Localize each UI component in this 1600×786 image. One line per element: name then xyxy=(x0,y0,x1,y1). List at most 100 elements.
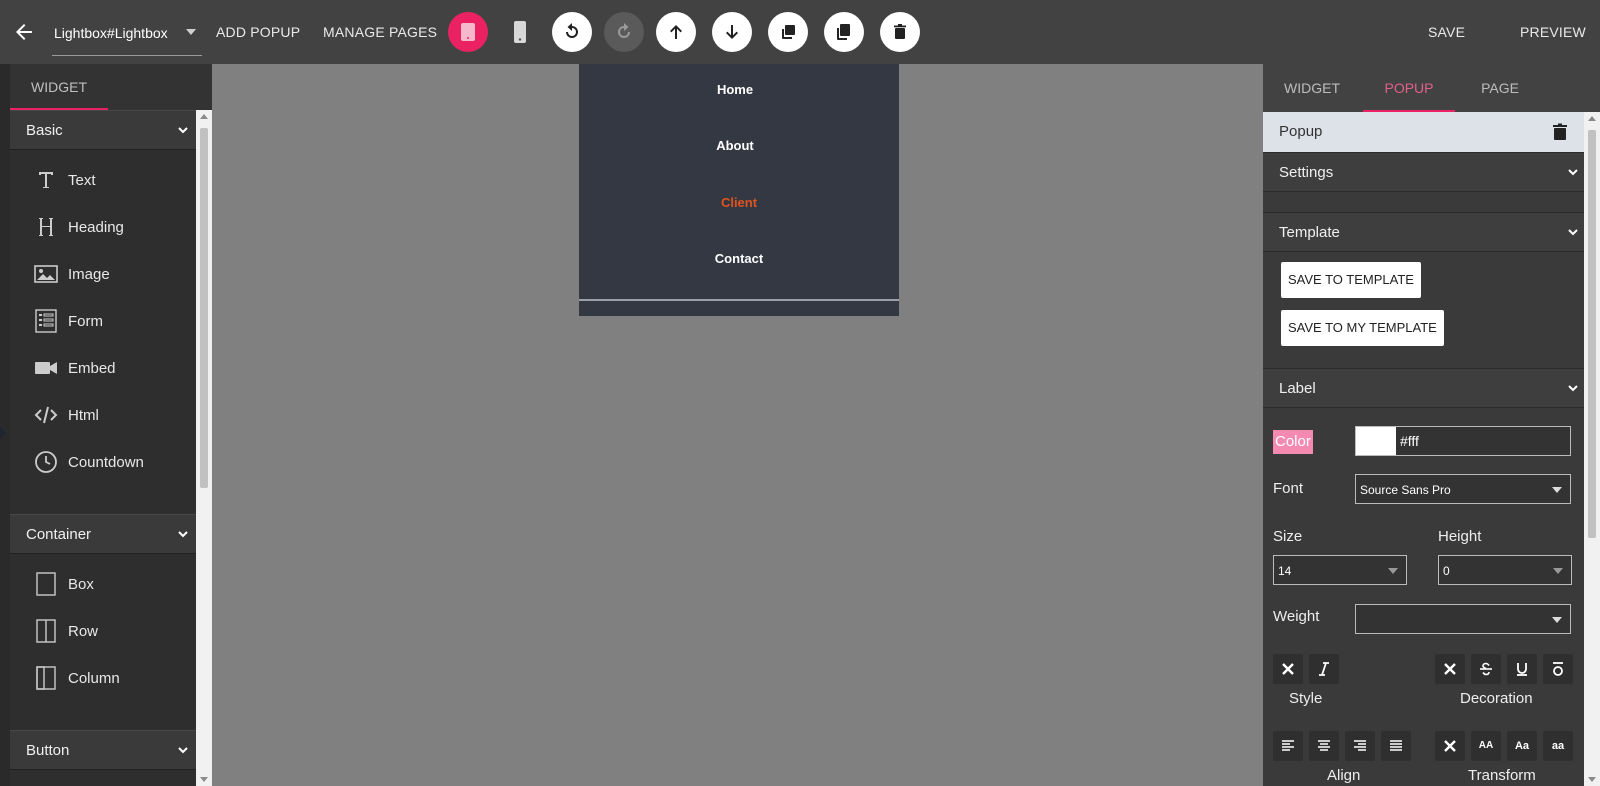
weight-label: Weight xyxy=(1273,608,1320,625)
trash-icon[interactable] xyxy=(1550,122,1570,142)
align-left-button[interactable] xyxy=(1273,731,1303,761)
widget-label: Text xyxy=(68,172,96,189)
properties-scrollbar[interactable] xyxy=(1584,112,1600,786)
overline-button[interactable] xyxy=(1543,654,1573,684)
preview-button[interactable]: PREVIEW xyxy=(1520,24,1586,40)
scroll-up-arrow[interactable] xyxy=(200,114,208,119)
tab-widget[interactable]: WIDGET xyxy=(10,64,108,110)
arrow-down-icon xyxy=(726,25,738,39)
strikethrough-button[interactable] xyxy=(1471,654,1501,684)
save-to-my-template-button[interactable]: SAVE TO MY TEMPLATE xyxy=(1281,310,1444,346)
section-basic-header[interactable]: Basic xyxy=(10,110,196,150)
align-justify-button[interactable] xyxy=(1381,731,1411,761)
menu-item-home[interactable]: Home xyxy=(635,82,835,97)
widget-heading[interactable]: Heading xyxy=(10,205,196,251)
section-button-header[interactable]: Button xyxy=(10,730,196,770)
move-up-button[interactable] xyxy=(656,12,696,52)
tab-page[interactable]: PAGE xyxy=(1457,64,1543,112)
tab-popup[interactable]: POPUP xyxy=(1363,64,1455,112)
color-swatch[interactable] xyxy=(1356,427,1396,455)
manage-pages-button[interactable]: MANAGE PAGES xyxy=(323,24,437,40)
menu-item-client[interactable]: Client xyxy=(639,195,839,210)
add-popup-button[interactable]: ADD POPUP xyxy=(216,24,300,40)
decoration-clear-button[interactable] xyxy=(1435,654,1465,684)
label-section-header[interactable]: Label xyxy=(1263,368,1584,408)
section-title: Button xyxy=(26,742,70,759)
duplicate-icon xyxy=(782,25,795,39)
scroll-down-arrow[interactable] xyxy=(200,777,208,782)
popup-divider xyxy=(579,299,899,301)
widget-box[interactable]: Box xyxy=(10,562,196,608)
widget-countdown[interactable]: Countdown xyxy=(10,440,196,486)
widget-embed[interactable]: Embed xyxy=(10,346,196,392)
widget-form[interactable]: Form xyxy=(10,299,196,345)
chevron-down-icon xyxy=(1552,617,1562,623)
height-value: 0 xyxy=(1443,564,1450,578)
heading-icon xyxy=(39,218,53,236)
font-select[interactable]: Source Sans Pro xyxy=(1355,474,1571,504)
delete-button[interactable] xyxy=(880,12,920,52)
settings-section-header[interactable]: Settings xyxy=(1263,152,1584,192)
widget-label: Heading xyxy=(68,219,124,236)
chevron-down-icon xyxy=(1553,568,1563,574)
size-label: Size xyxy=(1273,528,1303,545)
underline-button[interactable] xyxy=(1507,654,1537,684)
scrollbar-thumb[interactable] xyxy=(1588,130,1596,538)
widget-label: Box xyxy=(68,576,94,593)
widget-label: Row xyxy=(68,623,99,640)
template-section-header[interactable]: Template xyxy=(1263,212,1584,252)
move-down-button[interactable] xyxy=(712,12,752,52)
italic-button[interactable] xyxy=(1309,654,1339,684)
widget-text[interactable]: Text xyxy=(10,158,196,204)
widget-tabs: WIDGET xyxy=(10,64,212,110)
mobile-icon[interactable] xyxy=(506,18,534,46)
size-select[interactable]: 14 xyxy=(1273,555,1407,585)
uppercase-button[interactable]: AA xyxy=(1471,731,1501,761)
style-clear-button[interactable] xyxy=(1273,654,1303,684)
align-center-button[interactable] xyxy=(1309,731,1339,761)
page-selector[interactable]: Lightbox#Lightbox xyxy=(52,16,202,56)
tab-widget[interactable]: WIDGET xyxy=(1263,64,1361,112)
properties-tabs: WIDGET POPUP PAGE xyxy=(1263,64,1600,112)
lowercase-button[interactable]: aa xyxy=(1543,731,1573,761)
scroll-up-arrow[interactable] xyxy=(1588,116,1596,121)
widget-label: Countdown xyxy=(68,454,144,471)
height-select[interactable]: 0 xyxy=(1438,555,1572,585)
copy-button[interactable] xyxy=(824,12,864,52)
menu-item-about[interactable]: About xyxy=(635,138,835,153)
section-title: Label xyxy=(1279,380,1316,397)
widget-column[interactable]: Column xyxy=(10,656,196,702)
color-picker-field[interactable]: #fff xyxy=(1355,426,1571,456)
tablet-view-button[interactable] xyxy=(448,12,488,52)
widget-image[interactable]: Image xyxy=(10,252,196,298)
widget-sidebar: WIDGET Basic Text Heading Image Form Emb… xyxy=(0,64,212,786)
scrollbar-thumb[interactable] xyxy=(200,128,208,488)
collapse-arrow-icon[interactable] xyxy=(0,427,6,439)
scroll-down-arrow[interactable] xyxy=(1588,777,1596,782)
top-toolbar: Lightbox#Lightbox ADD POPUP MANAGE PAGES… xyxy=(0,0,1600,64)
capitalize-button[interactable]: Aa xyxy=(1507,731,1537,761)
redo-button[interactable] xyxy=(604,12,644,52)
save-button[interactable]: SAVE xyxy=(1428,24,1465,40)
widget-row[interactable]: Row xyxy=(10,609,196,655)
close-icon xyxy=(1444,740,1456,752)
weight-select[interactable] xyxy=(1355,604,1571,634)
widget-label: Form xyxy=(68,313,103,330)
align-right-button[interactable] xyxy=(1345,731,1375,761)
back-arrow-icon[interactable] xyxy=(12,20,36,44)
chevron-down-icon xyxy=(178,531,188,538)
overline-icon xyxy=(1553,662,1563,676)
widget-html[interactable]: Html xyxy=(10,393,196,439)
align-right-icon xyxy=(1354,740,1366,751)
chevron-down-icon xyxy=(1568,229,1578,236)
sidebar-scrollbar[interactable] xyxy=(196,110,212,786)
save-to-template-button[interactable]: SAVE TO TEMPLATE xyxy=(1281,262,1421,298)
lightbox-popup[interactable]: Home About Client Contact xyxy=(579,64,899,316)
duplicate-button[interactable] xyxy=(768,12,808,52)
close-icon xyxy=(1282,663,1294,675)
size-value: 14 xyxy=(1278,564,1292,578)
menu-item-contact[interactable]: Contact xyxy=(639,251,839,266)
undo-button[interactable] xyxy=(552,12,592,52)
section-container-header[interactable]: Container xyxy=(10,514,196,554)
transform-clear-button[interactable] xyxy=(1435,731,1465,761)
